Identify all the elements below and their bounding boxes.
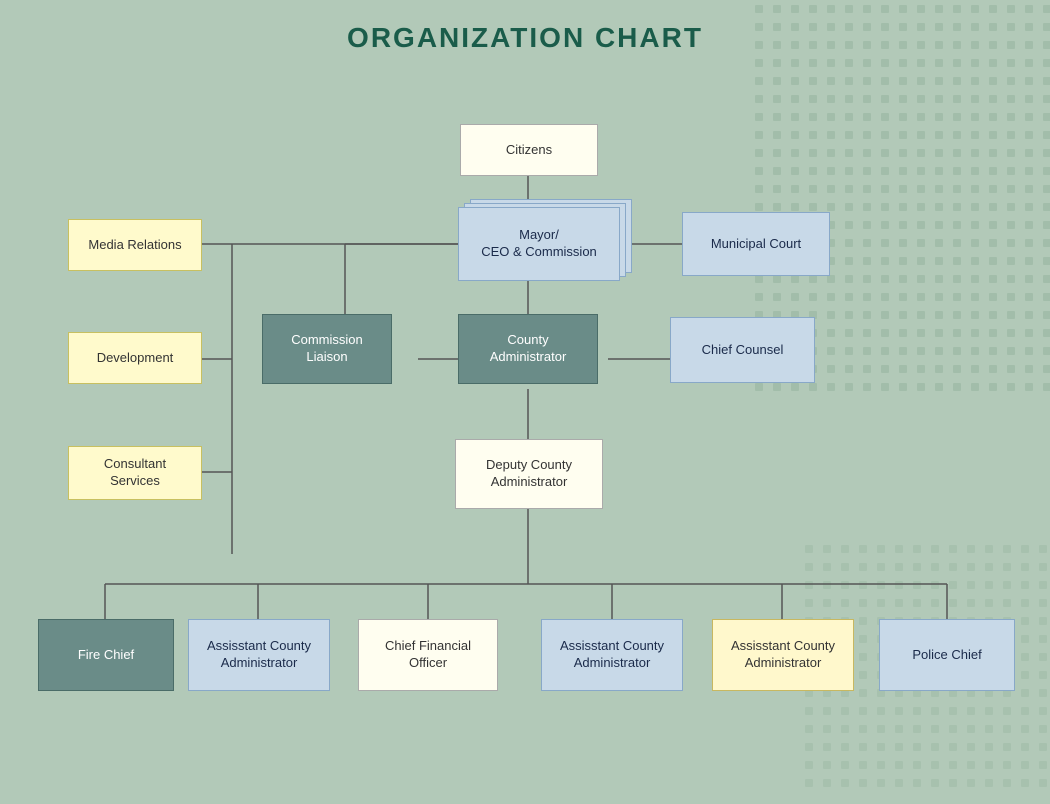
fire-chief-box: Fire Chief — [38, 619, 174, 691]
commission-liaison-box: CommissionLiaison — [262, 314, 392, 384]
asst-admin-2-box: Assisstant CountyAdministrator — [541, 619, 683, 691]
development-box: Development — [68, 332, 202, 384]
media-relations-box: Media Relations — [68, 219, 202, 271]
consultant-services-box: ConsultantServices — [68, 446, 202, 500]
chief-counsel-box: Chief Counsel — [670, 317, 815, 383]
asst-admin-3-box: Assisstant CountyAdministrator — [712, 619, 854, 691]
municipal-court-box: Municipal Court — [682, 212, 830, 276]
police-chief-box: Police Chief — [879, 619, 1015, 691]
county-admin-box: CountyAdministrator — [458, 314, 598, 384]
cfo-box: Chief FinancialOfficer — [358, 619, 498, 691]
citizens-box: Citizens — [460, 124, 598, 176]
chart-container: Citizens Mayor/CEO & Commission Municipa… — [0, 64, 1050, 804]
deputy-county-admin-box: Deputy CountyAdministrator — [455, 439, 603, 509]
asst-admin-1-box: Assisstant CountyAdministrator — [188, 619, 330, 691]
mayor-box: Mayor/CEO & Commission — [458, 207, 620, 281]
chart-title: ORGANIZATION CHART — [0, 0, 1050, 64]
